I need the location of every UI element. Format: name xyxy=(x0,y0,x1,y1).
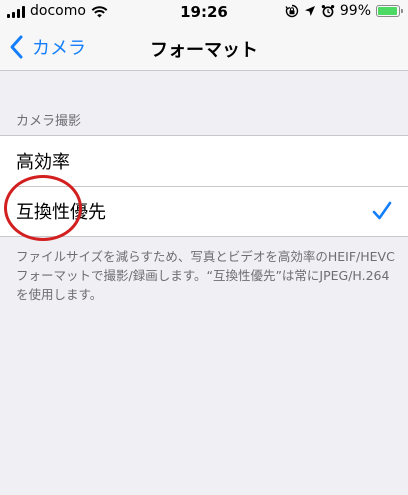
section-footer: ファイルサイズを減らすため、写真とビデオを高効率のHEIF/HEVCフォーマット… xyxy=(16,249,395,302)
page-title: フォーマット xyxy=(150,40,258,61)
orientation-lock-icon xyxy=(285,4,298,18)
status-bar: docomo 19:26 99% xyxy=(0,0,408,26)
nav-bar: カメラ フォーマット xyxy=(0,26,408,71)
option-high-efficiency[interactable]: 高効率 xyxy=(0,136,408,186)
battery-percent: 99% xyxy=(339,3,371,19)
battery-icon xyxy=(376,5,403,17)
checkmark-icon xyxy=(372,201,392,220)
battery-tip xyxy=(401,9,403,13)
section-header: カメラ撮影 xyxy=(16,114,82,129)
status-right: 99% xyxy=(285,3,403,19)
battery-fill xyxy=(378,7,397,15)
option-label: 高効率 xyxy=(16,152,70,173)
location-icon xyxy=(304,6,315,16)
option-most-compatible[interactable]: 互換性優先 xyxy=(0,186,408,236)
alarm-icon xyxy=(321,5,335,18)
format-options-list: 高効率 互換性優先 xyxy=(0,135,408,237)
option-label: 互換性優先 xyxy=(16,202,106,223)
